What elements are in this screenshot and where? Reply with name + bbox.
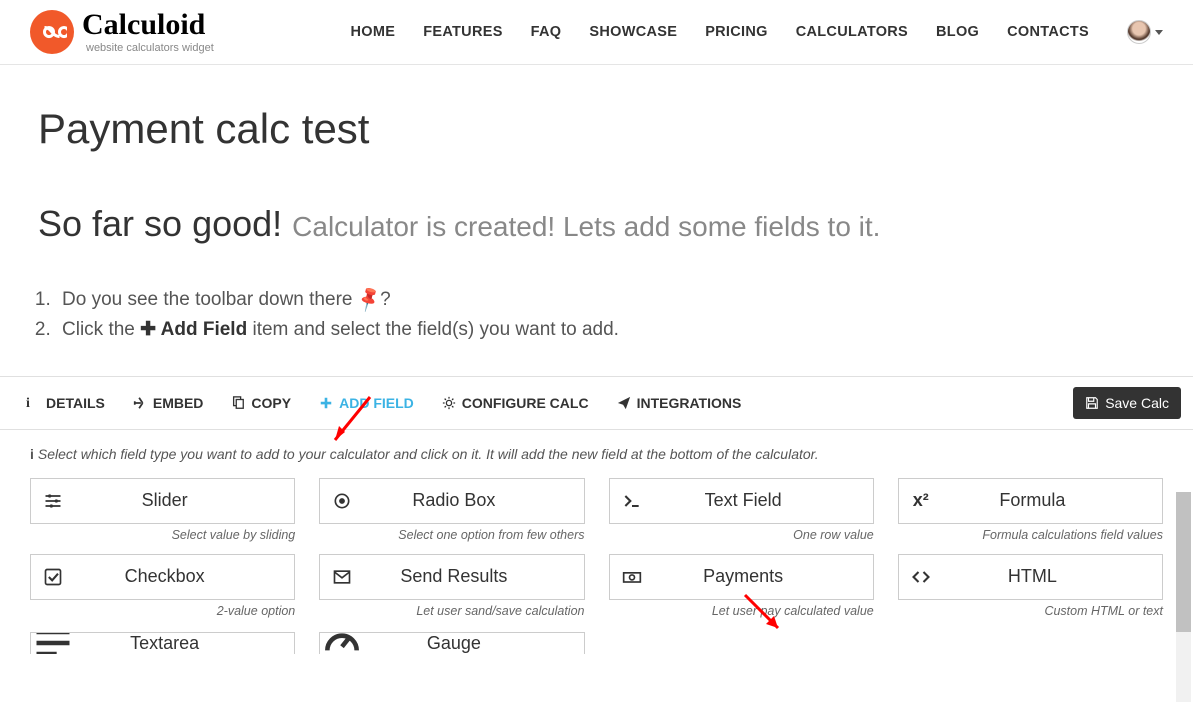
field-text[interactable]: Text Field	[609, 478, 874, 524]
radio-icon	[320, 491, 364, 511]
field-checkbox-desc: 2-value option	[30, 604, 295, 618]
page-title: Payment calc test	[38, 105, 1163, 153]
info-icon: i	[30, 446, 34, 462]
field-send-results[interactable]: Send Results	[319, 554, 584, 600]
mail-icon	[320, 567, 364, 587]
field-formula[interactable]: x² Formula	[898, 478, 1163, 524]
info-icon: i	[26, 396, 40, 410]
textarea-icon	[31, 632, 75, 654]
field-formula-desc: Formula calculations field values	[898, 528, 1163, 542]
field-payments[interactable]: Payments	[609, 554, 874, 600]
toolbar-copy[interactable]: COPY	[217, 387, 305, 419]
caret-down-icon	[1155, 30, 1163, 35]
field-html-desc: Custom HTML or text	[898, 604, 1163, 618]
nav-features[interactable]: FEATURES	[423, 24, 502, 40]
toolbar-add-field[interactable]: ADD FIELD	[305, 387, 428, 419]
field-html[interactable]: HTML	[898, 554, 1163, 600]
toolbar-integrations[interactable]: INTEGRATIONS	[603, 387, 756, 419]
copy-icon	[231, 396, 245, 410]
nav-home[interactable]: HOME	[351, 24, 396, 40]
nav-blog[interactable]: BLOG	[936, 24, 979, 40]
brand-name: Calculoid	[82, 10, 214, 40]
gear-icon	[442, 396, 456, 410]
checkbox-icon	[31, 567, 75, 587]
formula-icon: x²	[899, 490, 943, 511]
embed-icon	[133, 396, 147, 410]
pin-icon: 📌	[352, 281, 386, 317]
onboarding-steps: Do you see the toolbar down there 📌? Cli…	[56, 285, 1163, 346]
gauge-icon	[320, 632, 364, 654]
sliders-icon	[31, 491, 75, 511]
nav-pricing[interactable]: PRICING	[705, 24, 768, 40]
nav-showcase[interactable]: SHOWCASE	[589, 24, 677, 40]
step-2: Click the ✚ Add Field item and select th…	[56, 315, 1163, 345]
scrollbar[interactable]	[1176, 492, 1191, 702]
save-icon	[1085, 396, 1099, 410]
panel-hint: iSelect which field type you want to add…	[30, 446, 1163, 462]
field-payments-desc: Let user pay calculated value	[609, 604, 874, 618]
nav-calculators[interactable]: CALCULATORS	[796, 24, 908, 40]
field-send-desc: Let user sand/save calculation	[319, 604, 584, 618]
field-gauge[interactable]: Gauge	[319, 632, 584, 654]
main-nav: HOME FEATURES FAQ SHOWCASE PRICING CALCU…	[351, 20, 1164, 44]
field-panel: iSelect which field type you want to add…	[0, 430, 1193, 654]
step-1: Do you see the toolbar down there 📌?	[56, 285, 1163, 315]
logo[interactable]: Calculoid website calculators widget	[30, 10, 214, 54]
scrollbar-thumb[interactable]	[1176, 492, 1191, 632]
field-slider-desc: Select value by sliding	[30, 528, 295, 542]
user-menu[interactable]	[1127, 20, 1163, 44]
editor-toolbar: i DETAILS EMBED COPY ADD FIELD CONFIGURE…	[0, 376, 1193, 430]
nav-contacts[interactable]: CONTACTS	[1007, 24, 1089, 40]
subtitle-light: Calculator is created! Lets add some fie…	[292, 211, 880, 243]
toolbar-embed[interactable]: EMBED	[119, 387, 218, 419]
terminal-icon	[610, 491, 654, 511]
main-content: Payment calc test So far so good! Calcul…	[0, 65, 1193, 366]
header: Calculoid website calculators widget HOM…	[0, 0, 1193, 65]
toolbar-details[interactable]: i DETAILS	[12, 387, 119, 419]
nav-faq[interactable]: FAQ	[531, 24, 562, 40]
field-text-desc: One row value	[609, 528, 874, 542]
paper-plane-icon	[617, 396, 631, 410]
logo-icon	[30, 10, 74, 54]
save-button[interactable]: Save Calc	[1073, 387, 1181, 419]
code-icon	[899, 567, 943, 587]
brand-tagline: website calculators widget	[86, 42, 214, 54]
field-slider[interactable]: Slider	[30, 478, 295, 524]
plus-icon: ✚	[140, 315, 156, 345]
plus-icon	[319, 396, 333, 410]
field-textarea[interactable]: Textarea	[30, 632, 295, 654]
field-checkbox[interactable]: Checkbox	[30, 554, 295, 600]
toolbar-configure[interactable]: CONFIGURE CALC	[428, 387, 603, 419]
field-radio[interactable]: Radio Box	[319, 478, 584, 524]
field-radio-desc: Select one option from few others	[319, 528, 584, 542]
subtitle-bold: So far so good!	[38, 203, 282, 245]
avatar-icon	[1127, 20, 1151, 44]
money-icon	[610, 567, 654, 587]
